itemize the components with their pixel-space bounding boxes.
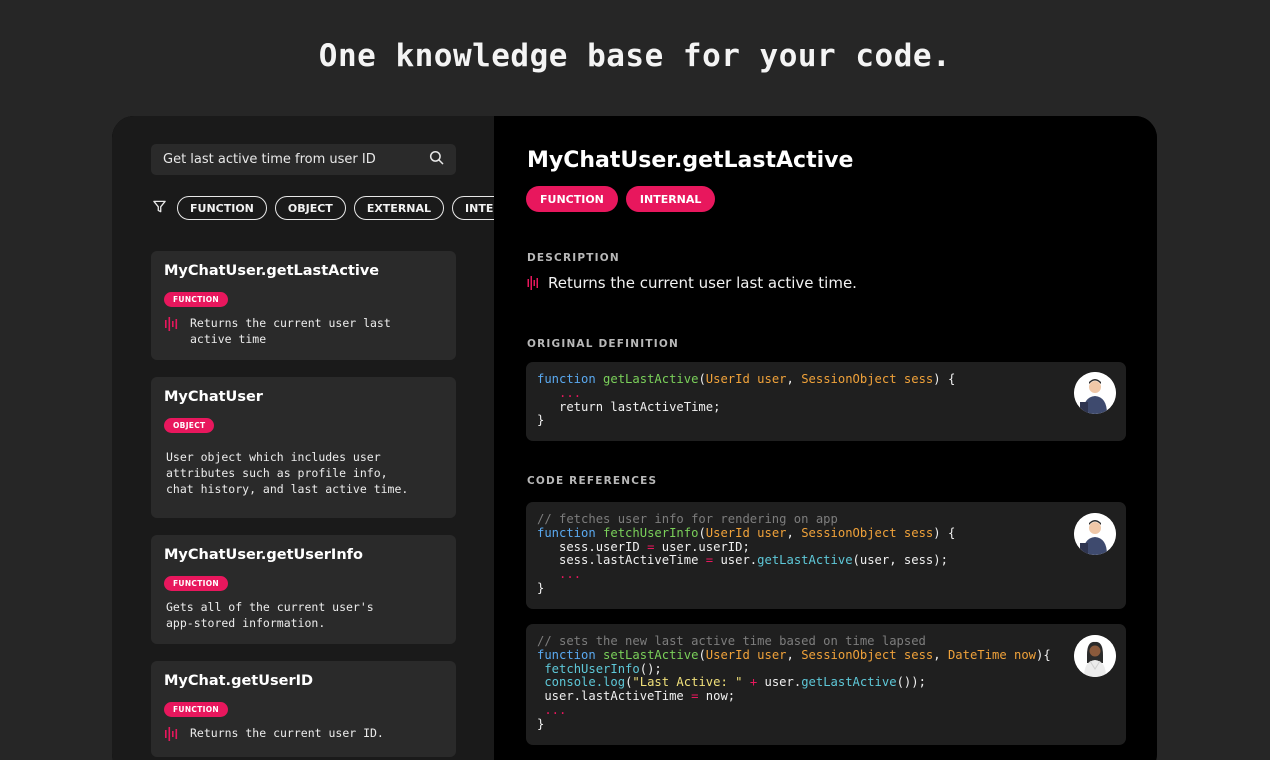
- waveform-icon: [165, 317, 178, 331]
- result-description: Returns the current user last active tim…: [190, 316, 391, 346]
- result-title: MyChat.getUserID: [164, 673, 314, 689]
- filter-icon[interactable]: [152, 199, 177, 218]
- filter-chip-internal[interactable]: INTERNAL: [452, 196, 494, 220]
- filter-chip-function[interactable]: FUNCTION: [177, 196, 267, 220]
- description-label: DESCRIPTION: [527, 252, 620, 264]
- result-tag: OBJECT: [164, 418, 215, 433]
- detail-tag-internal[interactable]: INTERNAL: [625, 186, 716, 212]
- result-description: Gets all of the current user's app-store…: [166, 600, 374, 630]
- result-tag: FUNCTION: [164, 702, 228, 717]
- code-references-label: CODE REFERENCES: [527, 475, 658, 487]
- code-reference-block[interactable]: // sets the new last active time based o…: [526, 624, 1126, 745]
- result-card[interactable]: MyChatUser OBJECT User object which incl…: [151, 377, 456, 518]
- search-query[interactable]: Get last active time from user ID: [163, 152, 429, 167]
- detail-description: Returns the current user last active tim…: [527, 274, 857, 292]
- result-summary: Returns the current user last active tim…: [164, 315, 443, 347]
- original-definition-label: ORIGINAL DEFINITION: [527, 338, 679, 350]
- result-card[interactable]: MyChatUser.getUserInfo FUNCTION Gets all…: [151, 535, 456, 644]
- result-title: MyChatUser: [164, 389, 263, 405]
- waveform-icon: [165, 727, 178, 741]
- app-frame: Get last active time from user ID FUNCTI…: [112, 116, 1157, 760]
- result-summary: Gets all of the current user's app-store…: [164, 599, 443, 631]
- avatar[interactable]: [1074, 635, 1116, 677]
- avatar[interactable]: [1074, 513, 1116, 555]
- detail-title: MyChatUser.getLastActive: [527, 148, 854, 173]
- detail-tags: FUNCTION INTERNAL: [526, 186, 723, 212]
- result-description: Returns the current user ID.: [190, 726, 384, 740]
- filter-bar: FUNCTION OBJECT EXTERNAL INTERNAL: [152, 195, 494, 221]
- filter-chip-external[interactable]: EXTERNAL: [353, 196, 445, 220]
- page-headline: One knowledge base for your code.: [318, 38, 952, 74]
- detail-panel: MyChatUser.getLastActive FUNCTION INTERN…: [494, 116, 1157, 760]
- filter-chip-object[interactable]: OBJECT: [274, 196, 346, 220]
- result-title: MyChatUser.getUserInfo: [164, 547, 363, 563]
- result-tag: FUNCTION: [164, 292, 228, 307]
- search-input[interactable]: Get last active time from user ID: [151, 144, 456, 175]
- results-panel: Get last active time from user ID FUNCTI…: [112, 116, 494, 760]
- detail-description-text: Returns the current user last active tim…: [548, 274, 857, 292]
- result-title: MyChatUser.getLastActive: [164, 263, 380, 279]
- detail-tag-function[interactable]: FUNCTION: [526, 186, 618, 212]
- result-summary: User object which includes user attribut…: [164, 449, 443, 497]
- avatar[interactable]: [1074, 372, 1116, 414]
- search-icon[interactable]: [429, 150, 444, 169]
- result-card[interactable]: MyChatUser.getLastActive FUNCTION Return…: [151, 251, 456, 360]
- original-definition-code[interactable]: function getLastActive(UserId user, Sess…: [526, 362, 1126, 441]
- waveform-icon: [527, 276, 538, 290]
- result-tag: FUNCTION: [164, 576, 228, 591]
- result-description: User object which includes user attribut…: [166, 450, 409, 496]
- code-reference-block[interactable]: // fetches user info for rendering on ap…: [526, 502, 1126, 609]
- result-card[interactable]: MyChat.getUserID FUNCTION Returns the cu…: [151, 661, 456, 757]
- result-summary: Returns the current user ID.: [164, 725, 443, 742]
